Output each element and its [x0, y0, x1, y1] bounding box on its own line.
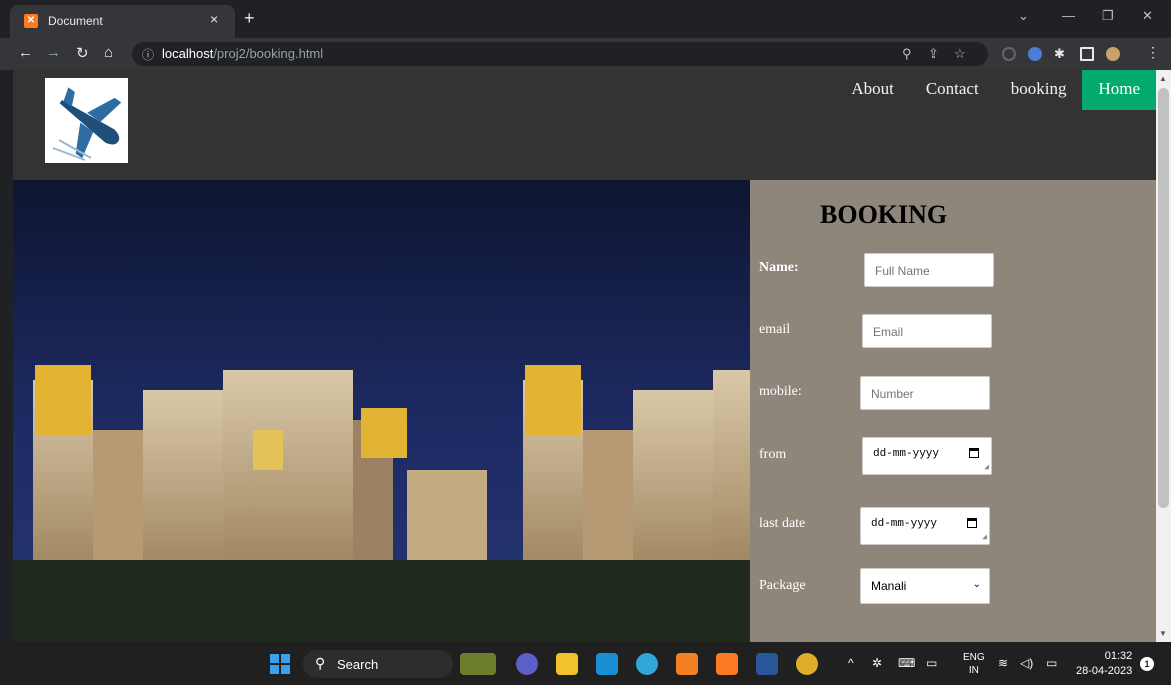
- notification-badge[interactable]: 1: [1140, 657, 1154, 671]
- last-date-label: last date: [759, 516, 806, 531]
- browser-tabstrip: ✕ Document × + ⌄ — ❐ ✕: [0, 0, 1171, 38]
- xampp-favicon-icon: ✕: [24, 14, 38, 28]
- hero-image: [13, 180, 750, 642]
- word-icon[interactable]: [756, 653, 778, 675]
- name-label: Name:: [759, 260, 799, 275]
- package-select[interactable]: Manali ⌄: [860, 568, 990, 604]
- share-icon[interactable]: ⇪: [928, 46, 939, 62]
- site-info-icon[interactable]: ⓘ: [142, 46, 154, 63]
- minimize-icon[interactable]: —: [1062, 8, 1075, 23]
- zoom-icon[interactable]: ⚲: [902, 46, 912, 62]
- new-tab-button[interactable]: +: [244, 8, 255, 29]
- nav-booking[interactable]: booking: [995, 70, 1083, 110]
- booking-form: BOOKING Name: Full Name email Email mobi…: [750, 180, 1156, 642]
- windows-start-icon[interactable]: [270, 654, 290, 674]
- airplane-logo: [45, 78, 128, 163]
- email-input[interactable]: Email: [862, 314, 992, 348]
- windows-taskbar: ⚲ Search ^ ✲ ⌨ ▭ ENG IN ≋ ◁) ▭ 01:32 28-…: [0, 642, 1171, 685]
- email-label: email: [759, 322, 791, 337]
- tray-window-icon[interactable]: ▭: [926, 656, 937, 670]
- profile-avatar[interactable]: [1106, 47, 1120, 61]
- last-date-input[interactable]: dd-mm-yyyy ◢: [860, 507, 990, 545]
- vertical-scrollbar[interactable]: ▲ ▼: [1156, 70, 1171, 642]
- bookmark-star-icon[interactable]: ☆: [954, 46, 966, 62]
- package-value: Manali: [871, 579, 907, 593]
- page-viewport: About Contact booking Home BOOKING Name:…: [13, 70, 1156, 642]
- calendar-icon[interactable]: [969, 448, 979, 458]
- widgets-icon[interactable]: [460, 653, 496, 675]
- from-label: from: [759, 447, 787, 462]
- language-indicator[interactable]: ENG IN: [963, 651, 985, 677]
- keyboard-icon[interactable]: ⌨: [898, 656, 915, 670]
- lang-bottom: IN: [968, 665, 979, 676]
- tab-close-icon[interactable]: ×: [210, 11, 218, 27]
- from-date-value: dd-mm-yyyy: [873, 448, 940, 460]
- screen: ✕ Document × + ⌄ — ❐ ✕ ← → ↻ ⌂ ⓘ localho…: [0, 0, 1171, 685]
- mobile-label: mobile:: [759, 384, 802, 399]
- main-nav: About Contact booking Home: [835, 70, 1156, 110]
- close-window-icon[interactable]: ✕: [1142, 8, 1153, 24]
- browser-tab[interactable]: ✕ Document ×: [10, 5, 235, 38]
- tab-title: Document: [48, 14, 103, 28]
- from-date-input[interactable]: dd-mm-yyyy ◢: [862, 437, 992, 475]
- search-label: Search: [337, 657, 379, 672]
- url-text: localhost/proj2/booking.html: [162, 46, 323, 61]
- scroll-down-icon[interactable]: ▼: [1159, 629, 1167, 638]
- home-icon[interactable]: ⌂: [104, 44, 113, 61]
- extensions-puzzle-icon[interactable]: ✱: [1054, 46, 1065, 62]
- sublime-text-icon[interactable]: [676, 653, 698, 675]
- url-path: /proj2/booking.html: [213, 46, 324, 61]
- tab-search-chevron-icon[interactable]: ⌄: [1018, 8, 1029, 24]
- reload-icon[interactable]: ↻: [76, 44, 89, 62]
- resize-grip-icon: ◢: [984, 463, 989, 472]
- extension-circle-icon[interactable]: [1002, 47, 1016, 61]
- browser-toolbar: ← → ↻ ⌂ ⓘ localhost/proj2/booking.html ⚲…: [0, 38, 1171, 70]
- extension-blue-icon[interactable]: [1028, 47, 1042, 61]
- hotel-night-photo: [13, 180, 750, 642]
- chrome-icon[interactable]: [796, 653, 818, 675]
- booking-title: BOOKING: [820, 200, 948, 229]
- airplane-logo-icon: [52, 87, 122, 161]
- back-arrow-icon[interactable]: ←: [18, 44, 33, 61]
- clock-time: 01:32: [1104, 650, 1133, 662]
- scroll-up-icon[interactable]: ▲: [1159, 74, 1167, 83]
- chevron-down-icon: ⌄: [972, 579, 981, 590]
- last-date-value: dd-mm-yyyy: [871, 518, 938, 530]
- clock-date: 28-04-2023: [1076, 665, 1133, 677]
- nav-contact[interactable]: Contact: [910, 70, 995, 110]
- battery-icon[interactable]: ▭: [1046, 656, 1057, 670]
- address-bar[interactable]: ⓘ localhost/proj2/booking.html ⚲ ⇪ ☆: [132, 42, 988, 66]
- forward-arrow-icon[interactable]: →: [46, 44, 61, 61]
- site-header: About Contact booking Home: [13, 70, 1156, 180]
- name-input[interactable]: Full Name: [864, 253, 994, 287]
- nav-home[interactable]: Home: [1082, 70, 1156, 110]
- url-host: localhost: [162, 46, 214, 61]
- lang-top: ENG: [963, 652, 985, 663]
- clock[interactable]: 01:32 28-04-2023: [1076, 649, 1132, 679]
- xampp-icon[interactable]: [716, 653, 738, 675]
- package-label: Package: [759, 578, 806, 593]
- taskbar-search[interactable]: ⚲ Search: [303, 650, 453, 678]
- file-explorer-icon[interactable]: [556, 653, 578, 675]
- nav-about[interactable]: About: [835, 70, 910, 110]
- wifi-icon[interactable]: ≋: [998, 656, 1008, 670]
- scrollbar-thumb[interactable]: [1158, 88, 1169, 508]
- tray-app-icon[interactable]: ✲: [872, 656, 882, 670]
- edge-browser-icon[interactable]: [636, 653, 658, 675]
- volume-icon[interactable]: ◁): [1020, 656, 1033, 670]
- mail-icon[interactable]: [596, 653, 618, 675]
- mobile-input[interactable]: Number: [860, 376, 990, 410]
- search-icon: ⚲: [315, 655, 326, 671]
- tray-overflow-chevron-icon[interactable]: ^: [848, 656, 854, 670]
- menu-kebab-icon[interactable]: ⋮: [1146, 44, 1160, 61]
- teams-chat-icon[interactable]: [516, 653, 538, 675]
- restore-icon[interactable]: ❐: [1102, 8, 1114, 24]
- side-panel-icon[interactable]: [1080, 47, 1094, 61]
- resize-grip-icon: ◢: [982, 533, 987, 542]
- calendar-icon[interactable]: [967, 518, 977, 528]
